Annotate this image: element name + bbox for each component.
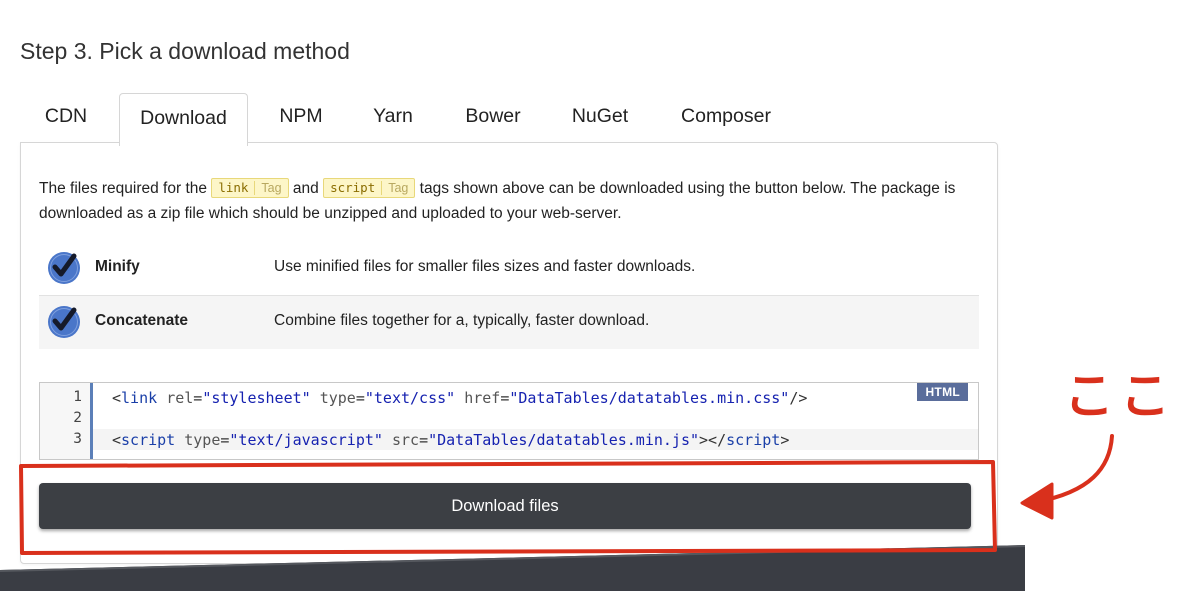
tab-nuget[interactable]: NuGet: [552, 92, 648, 140]
code-punct: <: [112, 431, 122, 449]
link-tag-name: link: [218, 180, 249, 195]
code-attr: type: [319, 389, 356, 407]
tab-npm[interactable]: NPM: [260, 92, 342, 140]
code-punct: ></: [699, 431, 727, 449]
option-concatenate-label: Concatenate: [95, 312, 189, 329]
code-punct: />: [789, 389, 808, 407]
tab-download[interactable]: Download: [119, 93, 248, 146]
tab-composer[interactable]: Composer: [660, 92, 792, 140]
tab-yarn[interactable]: Yarn: [354, 92, 432, 140]
desc-text-1: The files required for the: [39, 180, 212, 197]
download-method-tabs: CDN Download NPM Yarn Bower NuGet Compos…: [20, 92, 1000, 146]
download-files-button[interactable]: Download files: [39, 483, 971, 529]
code-attr: src: [391, 431, 420, 449]
code-punct: >: [780, 431, 790, 449]
code-snippet[interactable]: 1 2 3 <link rel="stylesheet" type="text/…: [39, 382, 979, 460]
download-panel: The files required for the link Tag and s…: [20, 142, 998, 564]
page-heading: Step 3. Pick a download method: [20, 38, 350, 64]
code-tag: script: [121, 431, 176, 449]
code-gutter: 1 2 3: [40, 383, 93, 459]
script-tag-suffix: Tag: [381, 181, 415, 195]
code-string: "DataTables/datatables.min.css": [509, 389, 790, 407]
checkbox-checked-icon[interactable]: [47, 305, 81, 339]
option-concatenate-description: Combine files together for a, typically,…: [274, 312, 650, 329]
script-tag-chip: script Tag: [323, 178, 416, 198]
code-line-3: <script type="text/javascript" src="Data…: [112, 431, 790, 449]
footer-dark-band: [0, 545, 1025, 591]
arrow-curve: [1034, 434, 1114, 504]
option-minify-label: Minify: [95, 258, 140, 275]
code-attr: type: [184, 431, 221, 449]
code-string: "stylesheet": [202, 389, 311, 407]
desc-text-2: and: [288, 180, 324, 197]
arrow-head-icon: [1020, 482, 1054, 520]
code-line-1: <link rel="stylesheet" type="text/css" h…: [112, 389, 808, 407]
language-badge: HTML: [917, 383, 968, 401]
code-attr: rel: [166, 389, 194, 407]
code-tag: link: [121, 389, 158, 407]
link-tag-suffix: Tag: [254, 181, 288, 195]
line-number: 2: [73, 410, 82, 426]
option-minify[interactable]: Minify Use minified files for smaller fi…: [39, 242, 979, 295]
code-string: "text/javascript": [229, 431, 383, 449]
tab-cdn[interactable]: CDN: [20, 92, 112, 140]
annotation-label: ここ: [1064, 368, 1176, 424]
code-string: "text/css": [364, 389, 456, 407]
line-number: 3: [73, 431, 82, 447]
code-string: "DataTables/datatables.min.js": [428, 431, 700, 449]
code-tag: script: [726, 431, 781, 449]
script-tag-name: script: [330, 180, 376, 195]
tab-bower[interactable]: Bower: [445, 92, 541, 140]
code-punct: <: [112, 389, 122, 407]
code-attr: href: [464, 389, 501, 407]
panel-description: The files required for the link Tag and s…: [39, 176, 969, 226]
checkbox-checked-icon[interactable]: [47, 251, 81, 285]
link-tag-chip: link Tag: [211, 178, 289, 198]
line-number: 1: [73, 389, 82, 405]
option-concatenate[interactable]: Concatenate Combine files together for a…: [39, 295, 979, 349]
option-minify-description: Use minified files for smaller files siz…: [274, 258, 696, 275]
